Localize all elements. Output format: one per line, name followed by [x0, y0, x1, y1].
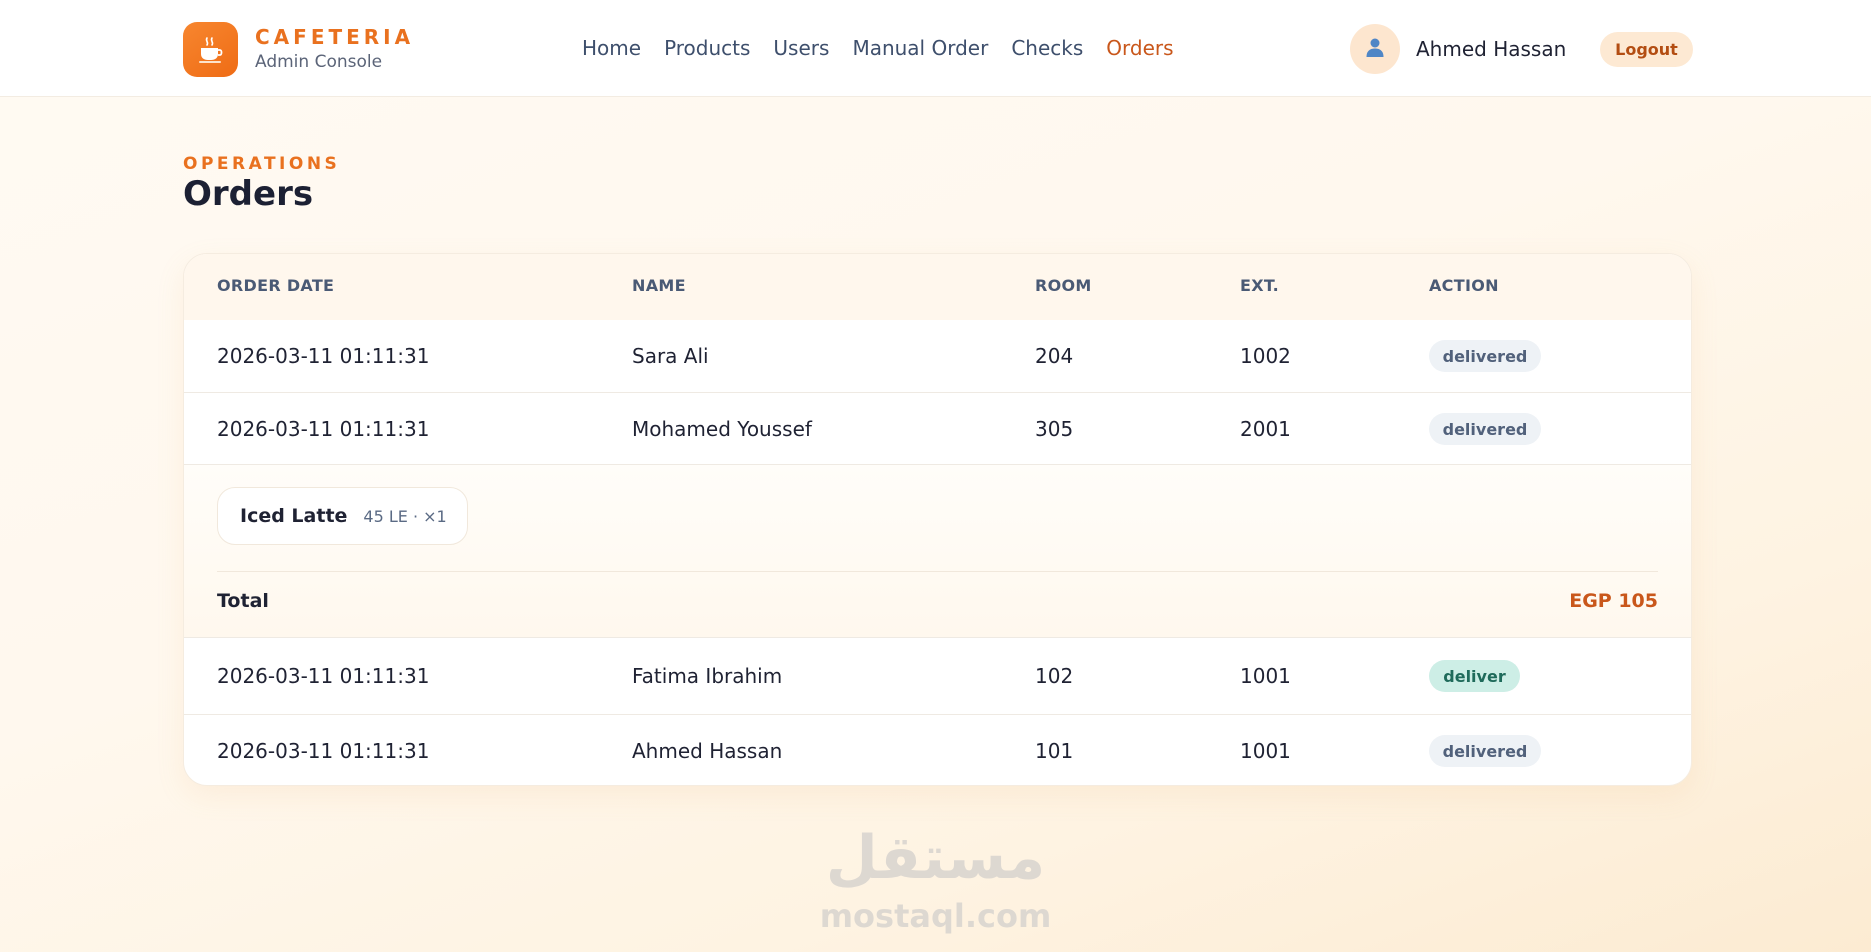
column-header-room: ROOM — [1035, 276, 1092, 295]
customer-name-cell: Ahmed Hassan — [632, 739, 783, 763]
column-header-order-date: ORDER DATE — [217, 276, 335, 295]
nav-item-products[interactable]: Products — [664, 36, 750, 60]
order-item-price-quantity: 45 LE · ×1 — [363, 506, 447, 526]
brand-name: CAFETERIA — [255, 25, 415, 49]
table-row[interactable]: 2026-03-11 01:11:31 Fatima Ibrahim 102 1… — [184, 637, 1691, 715]
nav-item-checks[interactable]: Checks — [1011, 36, 1083, 60]
table-row[interactable]: 2026-03-11 01:11:31 Mohamed Youssef 305 … — [184, 392, 1691, 465]
watermark-logo-arabic: مستقل — [825, 823, 1046, 893]
top-navigation-bar: CAFETERIA Admin Console Home Products Us… — [0, 0, 1871, 97]
order-total-label: Total — [217, 590, 269, 612]
user-icon — [1364, 36, 1386, 62]
nav-item-manual-order[interactable]: Manual Order — [852, 36, 988, 60]
logout-button[interactable]: Logout — [1600, 32, 1693, 67]
order-item-name: Iced Latte — [240, 505, 348, 527]
column-header-action: ACTION — [1429, 276, 1499, 295]
deliver-button[interactable]: deliver — [1429, 660, 1520, 692]
room-cell: 204 — [1035, 344, 1074, 368]
order-date-cell: 2026-03-11 01:11:31 — [217, 739, 430, 763]
orders-table: ORDER DATE NAME ROOM EXT. ACTION 2026-03… — [183, 253, 1692, 786]
brand-logo[interactable] — [183, 22, 238, 77]
watermark-logo-latin: mostaql.com — [819, 897, 1052, 935]
main-nav: Home Products Users Manual Order Checks … — [582, 36, 1197, 60]
coffee-cup-icon — [196, 35, 226, 65]
column-header-name: NAME — [632, 276, 686, 295]
nav-item-home[interactable]: Home — [582, 36, 641, 60]
order-details-panel: Iced Latte 45 LE · ×1 Total EGP 105 — [184, 464, 1691, 638]
customer-name-cell: Sara Ali — [632, 344, 709, 368]
status-badge[interactable]: delivered — [1429, 413, 1541, 445]
extension-cell: 1002 — [1240, 344, 1291, 368]
table-row[interactable]: 2026-03-11 01:11:31 Sara Ali 204 1002 de… — [184, 320, 1691, 392]
user-name: Ahmed Hassan — [1416, 37, 1567, 61]
extension-cell: 1001 — [1240, 664, 1291, 688]
room-cell: 101 — [1035, 739, 1074, 763]
order-total-value: EGP 105 — [1569, 590, 1658, 612]
avatar[interactable] — [1350, 24, 1400, 74]
extension-cell: 1001 — [1240, 739, 1291, 763]
section-eyebrow: OPERATIONS — [183, 154, 341, 174]
order-date-cell: 2026-03-11 01:11:31 — [217, 417, 430, 441]
order-item-chip: Iced Latte 45 LE · ×1 — [217, 487, 468, 545]
column-header-ext: EXT. — [1240, 276, 1280, 295]
page-title: Orders — [183, 174, 314, 214]
table-header: ORDER DATE NAME ROOM EXT. ACTION — [184, 254, 1691, 320]
table-row[interactable]: 2026-03-11 01:11:31 Ahmed Hassan 101 100… — [184, 714, 1691, 785]
divider — [217, 571, 1658, 572]
status-badge[interactable]: delivered — [1429, 735, 1541, 767]
status-badge[interactable]: delivered — [1429, 340, 1541, 372]
order-date-cell: 2026-03-11 01:11:31 — [217, 664, 430, 688]
customer-name-cell: Fatima Ibrahim — [632, 664, 783, 688]
room-cell: 102 — [1035, 664, 1074, 688]
nav-item-orders[interactable]: Orders — [1106, 36, 1173, 60]
nav-item-users[interactable]: Users — [773, 36, 829, 60]
order-date-cell: 2026-03-11 01:11:31 — [217, 344, 430, 368]
extension-cell: 2001 — [1240, 417, 1291, 441]
room-cell: 305 — [1035, 417, 1074, 441]
brand-subtitle: Admin Console — [255, 52, 383, 72]
customer-name-cell: Mohamed Youssef — [632, 417, 812, 441]
